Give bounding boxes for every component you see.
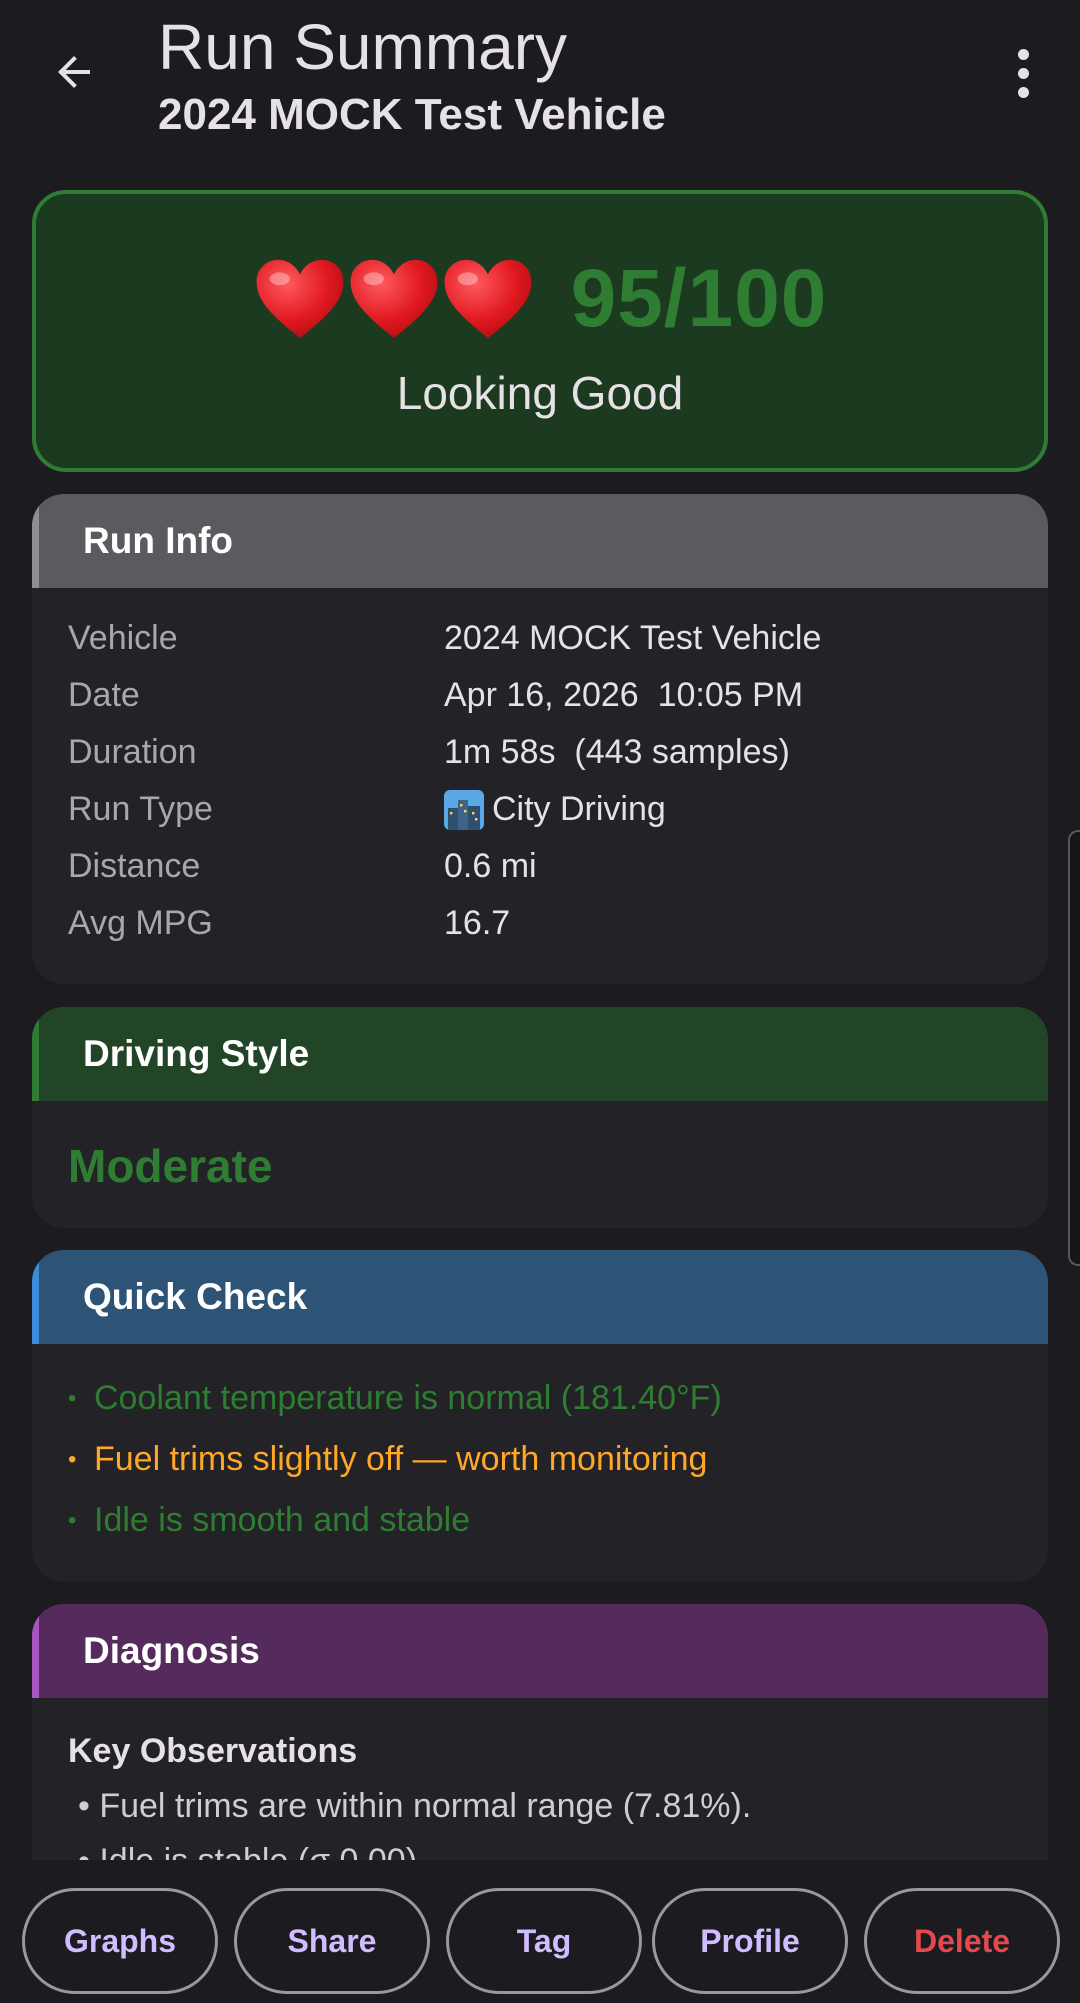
- heart-icon: [444, 259, 532, 339]
- hearts-rating: [253, 254, 535, 344]
- back-button[interactable]: [40, 38, 108, 106]
- info-row-run-type: Run Type City Driving: [68, 781, 1012, 838]
- info-label: Duration: [68, 733, 197, 771]
- info-row-vehicle: Vehicle 2024 MOCK Test Vehicle: [68, 610, 1012, 667]
- info-value: 2024 MOCK Test Vehicle: [444, 619, 822, 657]
- driving-style-card: Driving Style Moderate: [32, 1007, 1048, 1228]
- bottom-action-bar: Graphs Share Tag Profile Delete: [0, 1860, 1080, 2003]
- info-value: 16.7: [444, 904, 511, 942]
- check-item-text: Idle is smooth and stable: [94, 1501, 471, 1539]
- info-label: Distance: [68, 847, 201, 885]
- info-label: Run Type: [68, 790, 213, 828]
- page-subtitle: 2024 MOCK Test Vehicle: [158, 90, 666, 139]
- health-score-label: Looking Good: [396, 367, 684, 419]
- info-label: Vehicle: [68, 619, 178, 657]
- run-info-header: Run Info: [32, 494, 1048, 588]
- more-options-button[interactable]: [1000, 40, 1046, 106]
- share-button[interactable]: Share: [234, 1888, 430, 1994]
- info-row-duration: Duration 1m 58s (443 samples): [68, 724, 1012, 781]
- check-item: • Fuel trims slightly off — worth monito…: [68, 1429, 1012, 1490]
- diagnosis-header: Diagnosis: [32, 1604, 1048, 1698]
- key-observations-title: Key Observations: [68, 1732, 358, 1770]
- bullet-icon: •: [68, 1384, 77, 1412]
- heart-icon: [350, 259, 438, 339]
- health-score-card: 95/100 Looking Good: [32, 190, 1048, 472]
- quick-check-card: Quick Check • Coolant temperature is nor…: [32, 1250, 1048, 1582]
- city-icon: [444, 789, 484, 830]
- health-score-value: 95/100: [570, 253, 828, 344]
- driving-style-header: Driving Style: [32, 1007, 1048, 1101]
- driving-style-value: Moderate: [68, 1140, 273, 1192]
- graphs-button[interactable]: Graphs: [22, 1888, 218, 1994]
- info-value: 1m 58s (443 samples): [444, 733, 790, 771]
- profile-button[interactable]: Profile: [652, 1888, 848, 1994]
- arrow-left-icon: [58, 56, 90, 88]
- info-label: Date: [68, 676, 140, 714]
- check-item: • Coolant temperature is normal (181.40°…: [68, 1368, 1012, 1429]
- info-value: City Driving: [492, 790, 666, 828]
- check-item-text: Fuel trims slightly off — worth monitori…: [94, 1440, 708, 1478]
- info-label: Avg MPG: [68, 904, 213, 942]
- check-item-text: Coolant temperature is normal (181.40°F): [94, 1379, 722, 1417]
- edge-scroll-handle[interactable]: [1068, 830, 1080, 1266]
- run-info-card: Run Info Vehicle 2024 MOCK Test Vehicle …: [32, 494, 1048, 984]
- info-value: Apr 16, 2026 10:05 PM: [444, 676, 804, 714]
- bullet-icon: •: [68, 1445, 77, 1473]
- info-row-avg-mpg: Avg MPG 16.7: [68, 895, 1012, 952]
- page-title: Run Summary: [158, 11, 567, 83]
- tag-button[interactable]: Tag: [446, 1888, 642, 1994]
- info-row-date: Date Apr 16, 2026 10:05 PM: [68, 667, 1012, 724]
- observation-item: • Fuel trims are within normal range (7.…: [78, 1787, 752, 1825]
- more-vertical-icon: [1017, 48, 1029, 60]
- app-bar: Run Summary 2024 MOCK Test Vehicle: [0, 0, 1080, 180]
- info-row-distance: Distance 0.6 mi: [68, 838, 1012, 895]
- bullet-icon: •: [68, 1506, 77, 1534]
- quick-check-header: Quick Check: [32, 1250, 1048, 1344]
- info-value: 0.6 mi: [444, 847, 537, 885]
- delete-button[interactable]: Delete: [864, 1888, 1060, 1994]
- heart-icon: [256, 259, 344, 339]
- check-item: • Idle is smooth and stable: [68, 1490, 1012, 1551]
